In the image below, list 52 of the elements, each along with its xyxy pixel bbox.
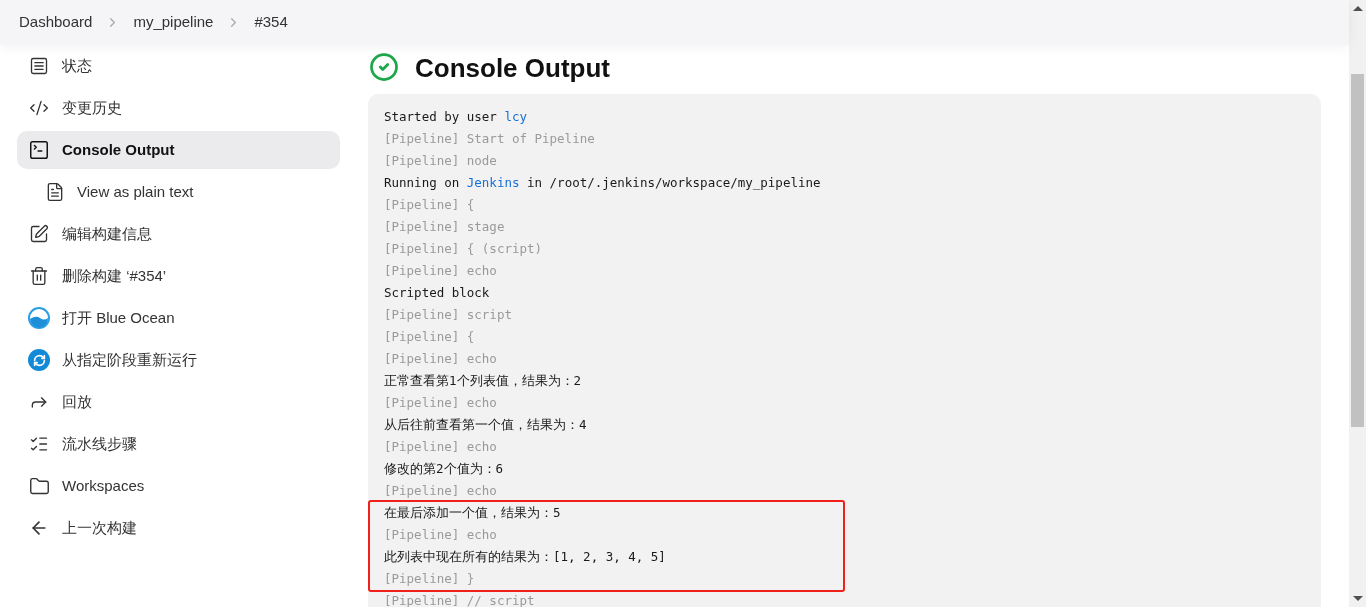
console-line: 在最后添加一个值，结果为：5: [384, 504, 562, 522]
console-line: [Pipeline] stage: [384, 218, 506, 236]
console-line: 此列表中现在所有的结果为：[1, 2, 3, 4, 5]: [384, 548, 667, 566]
sidebar-item[interactable]: Workspaces: [17, 467, 340, 505]
console-line: [Pipeline] echo: [384, 438, 498, 456]
console-line: Started by user lcy: [384, 108, 528, 126]
success-check-icon: [369, 52, 399, 82]
console-line: [Pipeline] {: [384, 328, 476, 346]
console-line: [Pipeline] }: [384, 570, 476, 588]
console-line: [Pipeline] Start of Pipeline: [384, 130, 596, 148]
sidebar-item[interactable]: 编辑构建信息: [17, 215, 340, 253]
refresh-icon: [28, 349, 50, 371]
user-link[interactable]: lcy: [504, 109, 527, 124]
console-line: [Pipeline] echo: [384, 526, 498, 544]
sidebar-item[interactable]: 从指定阶段重新运行: [17, 341, 340, 379]
document-icon: [29, 56, 49, 76]
console-line: Scripted block: [384, 284, 491, 302]
sidebar-item[interactable]: 删除构建 ‘#354’: [17, 257, 340, 295]
console-line: [Pipeline] echo: [384, 482, 498, 500]
page-title: Console Output: [415, 52, 610, 84]
console-line: 修改的第2个值为：6: [384, 460, 505, 478]
code-icon: [29, 98, 49, 118]
sidebar-item[interactable]: 状态: [17, 47, 340, 85]
sidebar-subitem[interactable]: View as plain text: [17, 173, 340, 211]
console-line: [Pipeline] {: [384, 196, 476, 214]
console-line: [Pipeline] echo: [384, 350, 498, 368]
list-icon: [29, 434, 49, 454]
console-line: 正常查看第1个列表值，结果为：2: [384, 372, 583, 390]
breadcrumb-link[interactable]: #354: [254, 11, 288, 34]
breadcrumb-link[interactable]: Dashboard: [19, 11, 93, 34]
sidebar-item[interactable]: 回放: [17, 383, 340, 421]
console-line: [Pipeline] // script: [384, 592, 536, 607]
console-line: Running on Jenkins in /root/.jenkins/workspace/my_pipeline: [384, 174, 822, 192]
sidebar-item[interactable]: 变更历史: [17, 89, 340, 127]
file-icon: [45, 182, 65, 202]
breadcrumb-link[interactable]: my_pipeline: [133, 11, 214, 34]
sidebar-item[interactable]: 上一次构建: [17, 509, 340, 547]
sidebar-item[interactable]: 流水线步骤: [17, 425, 340, 463]
console-line: [Pipeline] { (script): [384, 240, 544, 258]
folder-icon: [28, 475, 50, 497]
console-line: [Pipeline] echo: [384, 394, 498, 412]
terminal-icon: [28, 139, 50, 161]
console-line: [Pipeline] node: [384, 152, 498, 170]
console-line: [Pipeline] script: [384, 306, 513, 324]
console-line: 从后往前查看第一个值，结果为：4: [384, 416, 588, 434]
sidebar-item[interactable]: 打开 Blue Ocean: [17, 299, 340, 337]
console-line: [Pipeline] echo: [384, 262, 498, 280]
water-circle-icon: [28, 307, 50, 329]
sidebar-item[interactable]: Console Output: [17, 131, 340, 169]
edit-icon: [29, 224, 49, 244]
user-link[interactable]: Jenkins: [466, 175, 520, 190]
trash-icon: [29, 266, 49, 286]
